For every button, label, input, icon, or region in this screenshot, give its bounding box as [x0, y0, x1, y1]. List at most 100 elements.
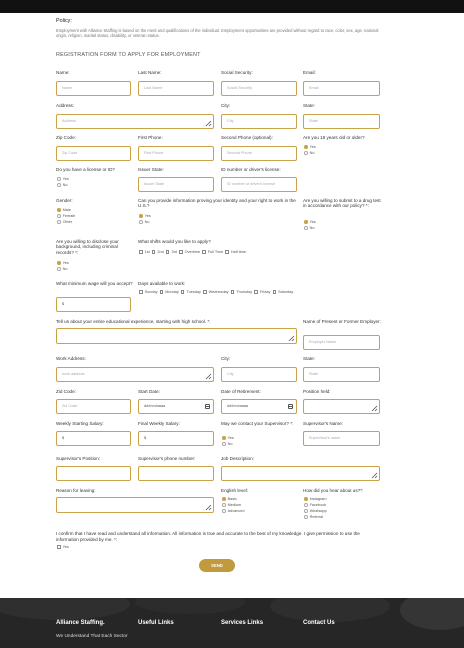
english-option-advanced[interactable]: Advanced: [222, 509, 244, 514]
reason-textarea[interactable]: [56, 497, 214, 513]
criminal-option-yes[interactable]: Yes: [57, 261, 69, 266]
work-state-input[interactable]: State: [303, 367, 380, 382]
form-heading: REGISTRATION FORM TO APPLY FOR EMPLOYMEN…: [56, 52, 201, 58]
license-option-yes[interactable]: Yes: [57, 177, 69, 182]
supervisor-phone-label: Supervisor's phone number:: [138, 456, 196, 461]
work-city-input[interactable]: City: [221, 367, 297, 382]
start-date-label: Start Date:: [138, 389, 160, 394]
contact-supervisor-label: May we contact your Supervisor? *:: [221, 421, 294, 426]
age-label: Are you 18 years old or older?: [303, 135, 365, 140]
heard-option-instagram[interactable]: Instagram: [304, 497, 326, 502]
work-zip-input[interactable]: Zid Code: [56, 399, 131, 414]
ssn-label: Social Security:: [221, 70, 253, 75]
zip-input[interactable]: Zip Code: [56, 146, 131, 161]
drug-test-option-no[interactable]: No: [304, 226, 314, 231]
reason-label: Reason for leaving:: [56, 488, 96, 493]
resize-grip-icon[interactable]: [370, 471, 378, 479]
footer-services-links: Services Links: [221, 620, 264, 626]
last-name-input[interactable]: Last Name: [138, 81, 214, 96]
heard-label: How did you hear about us?*:: [303, 488, 364, 493]
calendar-icon[interactable]: [288, 404, 293, 409]
supervisor-name-label: Supervisor's Name:: [303, 421, 343, 426]
confirm-text: I confirm that I have read and understan…: [56, 531, 360, 542]
start-date-input[interactable]: dd/mm/aaaa: [138, 399, 214, 414]
work-state-label: State:: [303, 356, 316, 361]
last-name-label: Last Name:: [138, 70, 162, 75]
start-salary-label: Weekly Starting Salary:: [56, 421, 104, 426]
start-salary-input[interactable]: $: [56, 431, 131, 446]
position-textarea[interactable]: [303, 399, 380, 414]
supervisor-phone-input[interactable]: [138, 466, 214, 481]
final-salary-input[interactable]: $: [138, 431, 214, 446]
shifts-label: What shifts would you like to apply?: [138, 239, 211, 244]
education-label: Tell us about your entire educational ex…: [56, 319, 211, 324]
email-input[interactable]: Email: [303, 81, 380, 96]
shifts-options[interactable]: 1st 2nd 3rd Overtime Full Time Half time: [139, 250, 246, 255]
resize-grip-icon[interactable]: [287, 334, 295, 342]
gender-label: Gender:: [56, 198, 73, 203]
retirement-input[interactable]: dd/mm/aaaa: [221, 399, 297, 414]
criminal-label: Are you willing to disclose your backgro…: [56, 239, 119, 255]
education-textarea[interactable]: [56, 328, 297, 344]
top-bar: [0, 0, 464, 13]
email-label: Email:: [303, 70, 316, 75]
ssn-input[interactable]: Social Security: [221, 81, 297, 96]
criminal-option-no[interactable]: No: [57, 267, 67, 272]
work-address-label: Work Address:: [56, 356, 86, 361]
gender-option-female[interactable]: Female: [57, 214, 75, 219]
drug-test-option-yes[interactable]: Yes: [304, 220, 316, 225]
city-label: City:: [221, 103, 231, 108]
english-label: English level:: [221, 488, 249, 493]
id-number-input[interactable]: ID number or driver's license: [221, 177, 297, 192]
work-proof-option-no[interactable]: No: [139, 220, 149, 225]
employer-input[interactable]: Employer Name: [303, 335, 380, 350]
supervisor-name-input[interactable]: Supervisor's name: [303, 431, 380, 446]
name-input[interactable]: Name: [56, 81, 131, 96]
calendar-icon[interactable]: [205, 404, 210, 409]
age-option-no[interactable]: No: [304, 151, 314, 156]
employer-label: Name of Present or Former Employer:: [303, 319, 381, 324]
footer-tagline: We Understand That Each Sector: [56, 634, 128, 639]
resize-grip-icon[interactable]: [204, 372, 212, 380]
heard-option-whatsapp[interactable]: Whatsapp: [304, 509, 327, 514]
gender-option-male[interactable]: Male: [57, 208, 71, 213]
second-phone-input[interactable]: Second Phone: [221, 146, 297, 161]
send-button[interactable]: SEND: [199, 559, 235, 572]
state-input[interactable]: State: [303, 114, 380, 129]
resize-grip-icon[interactable]: [370, 404, 378, 412]
confirm-checkbox[interactable]: Yes: [57, 545, 69, 550]
city-input[interactable]: City: [221, 114, 297, 129]
position-label: Position held:: [303, 389, 331, 394]
address-textarea[interactable]: Address: [56, 114, 214, 129]
days-options[interactable]: Sunday Monday Tuesday Wednesday Thursday…: [139, 290, 293, 295]
final-salary-label: Final Weekly Salary:: [138, 421, 180, 426]
contact-supervisor-option-yes[interactable]: Yes: [222, 436, 234, 441]
job-description-label: Job Description:: [221, 456, 254, 461]
english-option-medium[interactable]: Medium: [222, 503, 241, 508]
resize-grip-icon[interactable]: [204, 503, 212, 511]
work-proof-option-yes[interactable]: Yes: [139, 214, 151, 219]
footer-contact-us: Contact Us: [303, 620, 335, 626]
min-wage-input[interactable]: $: [56, 297, 131, 312]
policy-title: Policy:: [56, 18, 72, 24]
gender-option-other[interactable]: Other: [57, 220, 72, 225]
drug-test-label: Are you willing to submit to a drug test…: [303, 198, 381, 209]
english-option-basic[interactable]: Basic: [222, 497, 237, 502]
heard-option-facebook[interactable]: Facebook: [304, 503, 326, 508]
supervisor-position-input[interactable]: [56, 466, 131, 481]
second-phone-label: Second Phone (optional):: [221, 135, 273, 140]
first-phone-input[interactable]: First Phone: [138, 146, 214, 161]
first-phone-label: First Phone:: [138, 135, 163, 140]
heard-option-referral[interactable]: Referral: [304, 515, 323, 520]
work-address-textarea[interactable]: work address: [56, 367, 214, 382]
age-option-yes[interactable]: Yes: [304, 145, 316, 150]
license-label: Do you have a license or ID?: [56, 167, 115, 172]
resize-grip-icon[interactable]: [204, 119, 212, 127]
name-label: Name:: [56, 70, 70, 75]
license-option-no[interactable]: No: [57, 183, 67, 188]
contact-supervisor-option-no[interactable]: No: [222, 442, 232, 447]
days-label: Days available to work:: [138, 281, 186, 286]
job-description-textarea[interactable]: [221, 466, 380, 481]
issuer-state-input[interactable]: Issuer State: [138, 177, 214, 192]
issuer-state-label: Issuer State:: [138, 167, 164, 172]
